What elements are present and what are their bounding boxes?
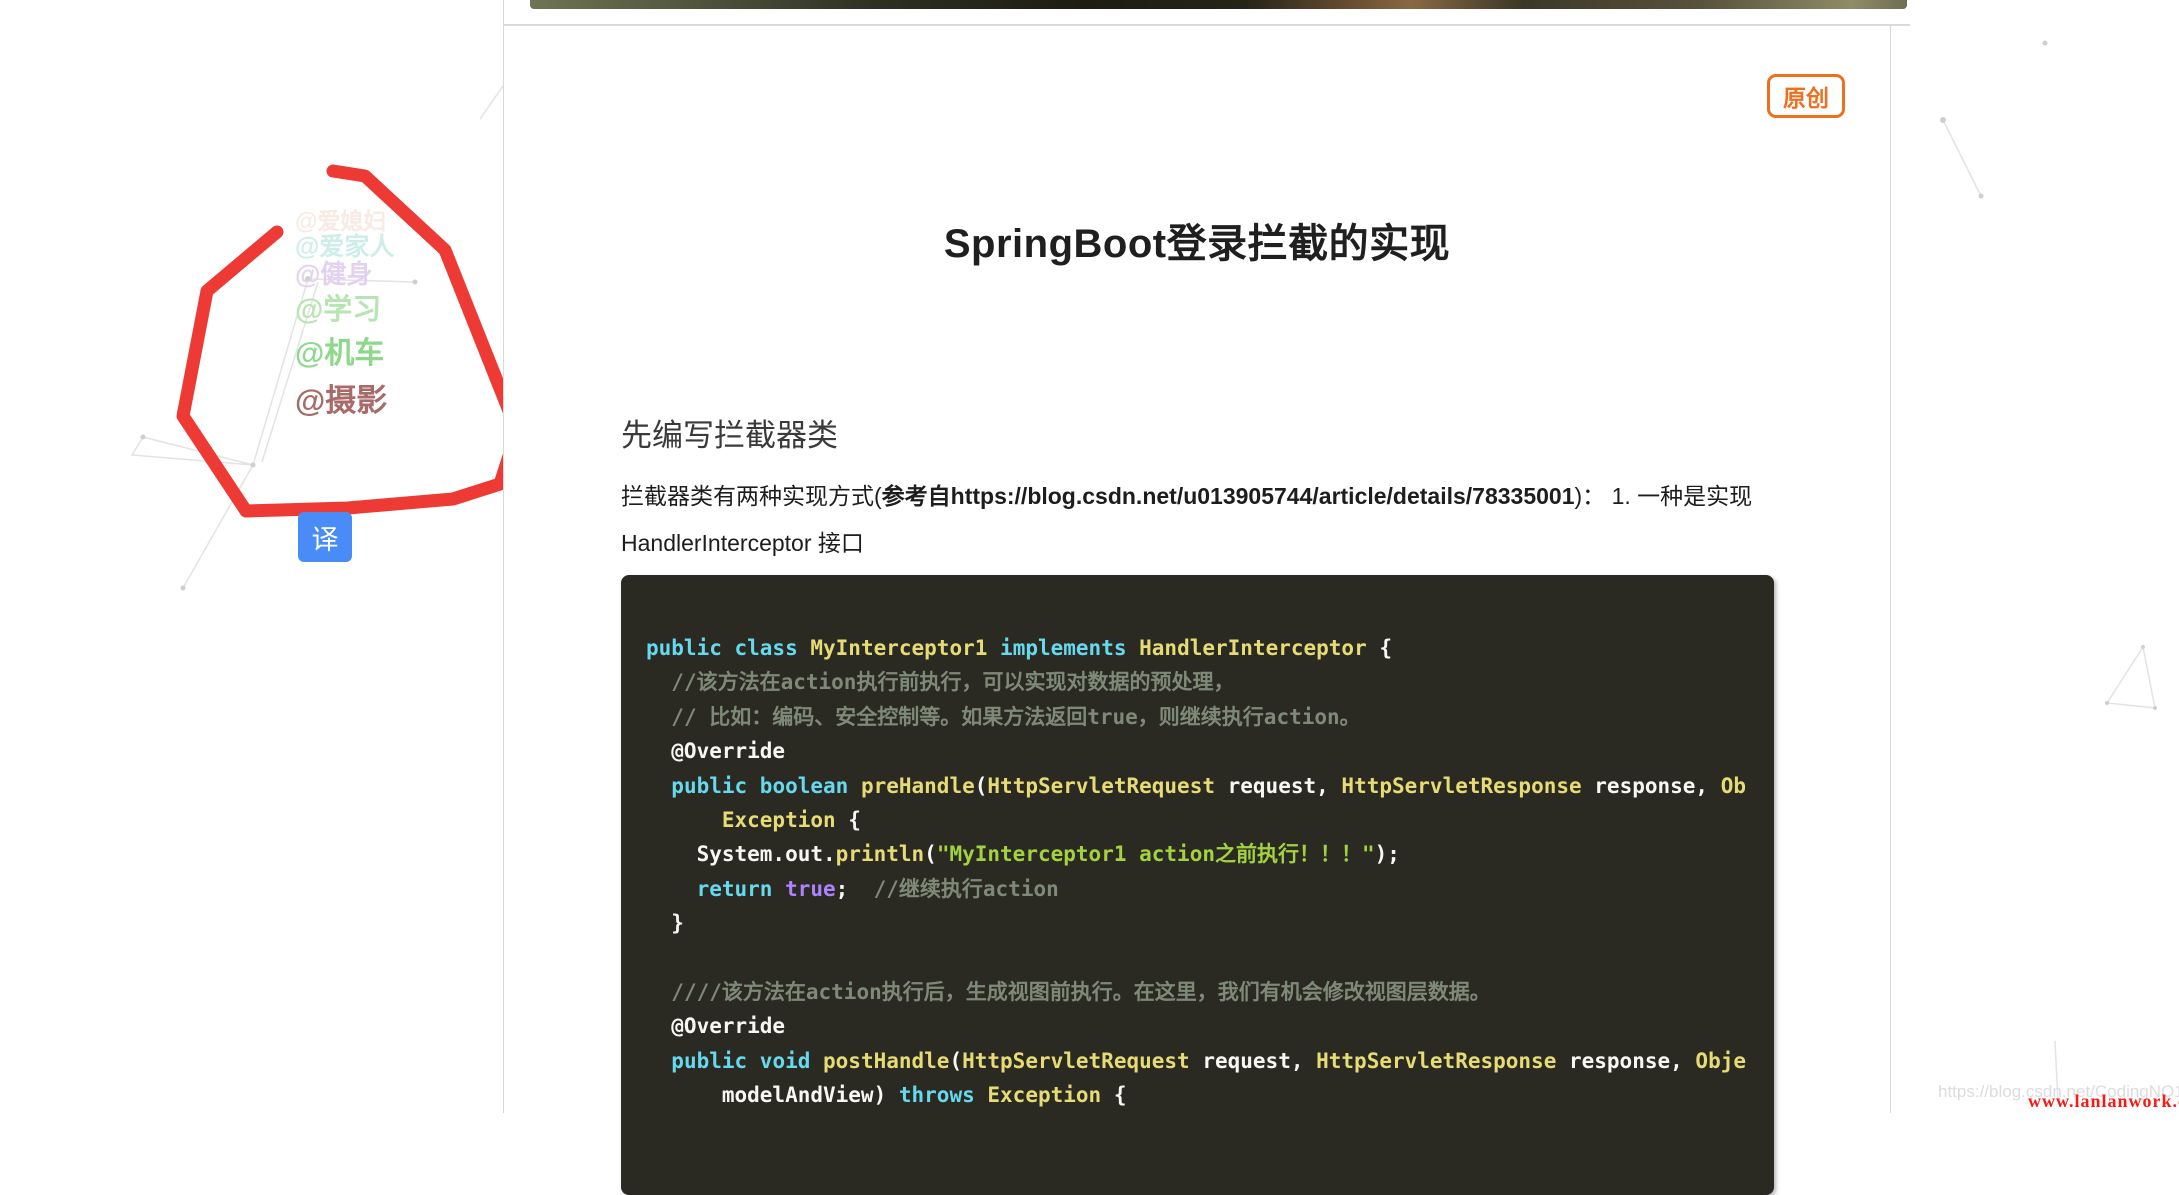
translate-button[interactable]: 译 [298,512,352,562]
paragraph-text-prefix: 拦截器类有两种实现方式( [621,483,882,509]
tag-list: @爱媳妇@爱家人@健身 @学习 @机车 @摄影 [0,0,500,600]
code-line: Exception { [646,803,1754,837]
code-block-pre: public class MyInterceptor1 implements H… [646,631,1754,1112]
banner-image [530,0,1907,9]
paragraph-bold-reference: 参考自https://blog.csdn.net/u013905744/arti… [882,483,1575,509]
page-right-border [1890,26,1891,1113]
article-paragraph: 拦截器类有两种实现方式(参考自https://blog.csdn.net/u01… [621,473,1801,567]
original-badge: 原创 [1767,74,1845,118]
section-heading: 先编写拦截器类 [621,410,838,455]
code-line: } [646,906,1754,940]
code-line: //该方法在action执行前执行，可以实现对数据的预处理， [646,665,1754,699]
code-line: // 比如：编码、安全控制等。如果方法返回true，则继续执行action。 [646,700,1754,734]
blog-tag: @学习 [295,296,381,325]
code-line: public void postHandle(HttpServletReques… [646,1044,1754,1078]
code-line: System.out.println("MyInterceptor1 actio… [646,837,1754,871]
code-line: @Override [646,734,1754,768]
blog-tag: @机车 [295,339,384,369]
code-line: return true; //继续执行action [646,872,1754,906]
page-left-border [503,0,504,1113]
blog-tag: @摄影 [295,385,387,416]
blog-tag: @爱媳妇 [295,210,386,233]
code-line: public boolean preHandle(HttpServletRequ… [646,769,1754,803]
header-divider [503,24,1910,26]
watermark-red-text: www.lanlanwork.com [2028,1091,2179,1112]
blog-tag: @爱家人 [295,235,394,260]
blog-tag: @健身 [295,261,372,287]
code-line: modelAndView) throws Exception { [646,1078,1754,1112]
article-title: SpringBoot登录拦截的实现 [504,211,1890,269]
content-card: 原创 SpringBoot登录拦截的实现 先编写拦截器类 拦截器类有两种实现方式… [504,26,1890,1113]
code-line: @Override [646,1009,1754,1043]
code-line [646,941,1754,975]
code-line: ////该方法在action执行后，生成视图前执行。在这里，我们有机会修改视图层… [646,975,1754,1009]
code-block[interactable]: public class MyInterceptor1 implements H… [621,575,1774,1195]
code-line: public class MyInterceptor1 implements H… [646,631,1754,665]
